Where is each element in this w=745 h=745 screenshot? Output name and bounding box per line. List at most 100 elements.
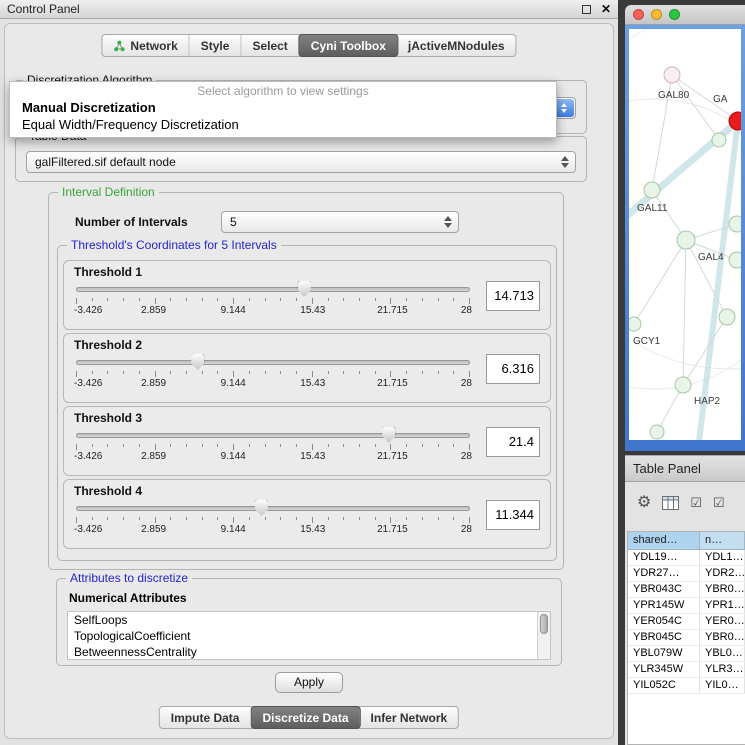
- bottom-tab-discretize-data[interactable]: Discretize Data: [250, 706, 360, 729]
- table-data-select[interactable]: galFiltered.sif default node: [26, 151, 576, 173]
- algorithm-dropdown-popup: Select algorithm to view settingsManual …: [9, 81, 557, 138]
- threshold-slider[interactable]: [74, 353, 472, 371]
- table-row[interactable]: YLR345WYLR3…: [628, 662, 745, 678]
- attribute-list-item-topologicalcoefficient[interactable]: TopologicalCoefficient: [68, 628, 550, 644]
- apply-button[interactable]: Apply: [275, 672, 343, 693]
- bottom-tab-impute-data[interactable]: Impute Data: [160, 707, 252, 728]
- bottom-tab-infer-network[interactable]: Infer Network: [360, 707, 459, 728]
- threshold-value-field[interactable]: 14.713: [486, 281, 540, 311]
- network-node[interactable]: [719, 309, 735, 325]
- network-edge[interactable]: [699, 121, 738, 440]
- table-row[interactable]: YBL079WYBL0…: [628, 646, 745, 662]
- tab-style[interactable]: Style: [190, 35, 242, 56]
- table-column-header-1[interactable]: n…: [700, 532, 745, 549]
- slider-thumb[interactable]: [382, 427, 395, 443]
- network-node[interactable]: [644, 182, 660, 198]
- tick-mark: [438, 444, 439, 447]
- attribute-items: SelfLoopsTopologicalCoefficientBetweenne…: [68, 612, 550, 660]
- select-none-icon[interactable]: ☑: [713, 495, 725, 511]
- network-node[interactable]: [664, 67, 680, 83]
- combo-arrows-icon[interactable]: [444, 216, 452, 228]
- tick-mark: [328, 298, 329, 301]
- list-scrollbar[interactable]: [537, 612, 550, 659]
- slider-thumb[interactable]: [255, 500, 268, 516]
- tab-network[interactable]: Network: [102, 35, 189, 56]
- num-intervals-select[interactable]: 5: [221, 211, 459, 233]
- tick-mark: [265, 444, 266, 447]
- slider-track[interactable]: [76, 433, 470, 438]
- table-cell: YBL079W: [628, 646, 700, 661]
- network-node[interactable]: [650, 425, 664, 439]
- table-column-header-0[interactable]: shared…: [628, 532, 700, 549]
- table-cell: YBL0…: [700, 646, 745, 661]
- slider-track[interactable]: [76, 506, 470, 511]
- network-edge[interactable]: [634, 240, 686, 324]
- table-row[interactable]: YDR27…YDR2…: [628, 566, 745, 582]
- tick-mark: [438, 371, 439, 374]
- slider-track[interactable]: [76, 360, 470, 365]
- network-edge[interactable]: [672, 75, 719, 140]
- threshold-value-field[interactable]: 21.4: [486, 427, 540, 457]
- numerical-attributes-list[interactable]: SelfLoopsTopologicalCoefficientBetweenne…: [67, 611, 551, 660]
- numerical-attributes-label: Numerical Attributes: [69, 591, 187, 605]
- table-row[interactable]: YBR043CYBR0…: [628, 582, 745, 598]
- network-view-frame: GAL80GAGAL11GAL4GCY1HAP2: [625, 25, 745, 451]
- tick-mark: [359, 517, 360, 520]
- mac-minimize-button[interactable]: [651, 9, 662, 20]
- table-cell: YDR27…: [628, 566, 700, 581]
- threshold-slider[interactable]: [74, 280, 472, 298]
- threshold-value-field[interactable]: 6.316: [486, 354, 540, 384]
- tab-cyni-toolbox[interactable]: Cyni Toolbox: [299, 34, 398, 57]
- attribute-list-item-selfloops[interactable]: SelfLoops: [68, 612, 550, 628]
- network-node[interactable]: [712, 133, 726, 147]
- close-icon[interactable]: ✕: [601, 3, 611, 15]
- attribute-list-item-betweennesscentrality[interactable]: BetweennessCentrality: [68, 644, 550, 660]
- slider-scale: -3.4262.8599.14415.4321.71528: [74, 305, 472, 317]
- slider-thumb[interactable]: [298, 281, 311, 297]
- network-node[interactable]: [729, 252, 741, 268]
- slider-scale-label: 9.144: [221, 524, 246, 535]
- threshold-slider[interactable]: [74, 499, 472, 517]
- table-row[interactable]: YBR045CYBR0…: [628, 630, 745, 646]
- network-window-titlebar[interactable]: [625, 5, 745, 25]
- tab-select[interactable]: Select: [241, 35, 299, 56]
- network-node[interactable]: [729, 216, 741, 232]
- mac-close-button[interactable]: [633, 9, 644, 20]
- slider-ticks: [74, 517, 472, 523]
- tick-mark: [249, 371, 250, 374]
- gear-icon[interactable]: ⚙: [637, 495, 651, 511]
- table-row[interactable]: YPR145WYPR1…: [628, 598, 745, 614]
- tick-mark: [123, 371, 124, 374]
- algorithm-popup-item-equal-width-frequency-discretization[interactable]: Equal Width/Frequency Discretization: [10, 116, 556, 133]
- slider-scale-label: 21.715: [377, 451, 408, 462]
- tick-mark: [92, 517, 93, 520]
- mac-zoom-button[interactable]: [669, 9, 680, 20]
- columns-icon[interactable]: [662, 496, 679, 510]
- slider-scale: -3.4262.8599.14415.4321.71528: [74, 451, 472, 463]
- table-panel-header[interactable]: Table Panel: [625, 455, 745, 482]
- threshold-slider[interactable]: [74, 426, 472, 444]
- table-row[interactable]: YDL19…YDL1…: [628, 550, 745, 566]
- combo-arrows-icon[interactable]: [561, 156, 569, 168]
- network-node[interactable]: [675, 377, 691, 393]
- network-graph[interactable]: GAL80GAGAL11GAL4GCY1HAP2: [629, 29, 741, 440]
- network-node[interactable]: [677, 231, 695, 249]
- tick-mark: [328, 371, 329, 374]
- window-title: Control Panel: [7, 2, 80, 16]
- slider-thumb[interactable]: [191, 354, 204, 370]
- scrollbar-thumb[interactable]: [540, 614, 548, 634]
- slider-track[interactable]: [76, 287, 470, 292]
- network-canvas[interactable]: GAL80GAGAL11GAL4GCY1HAP2: [629, 29, 741, 440]
- network-node[interactable]: [629, 317, 641, 331]
- table-row[interactable]: YER054CYER0…: [628, 614, 745, 630]
- combo-arrows-icon[interactable]: [554, 99, 574, 117]
- algorithm-popup-item-manual-discretization[interactable]: Manual Discretization: [10, 99, 556, 116]
- select-all-icon[interactable]: ☑: [690, 495, 702, 511]
- control-panel-titlebar[interactable]: Control Panel ✕: [0, 0, 618, 19]
- table-row[interactable]: YIL052CYIL0…: [628, 678, 745, 694]
- float-window-icon[interactable]: [582, 5, 591, 14]
- tab-jactivemnodules[interactable]: jActiveMNodules: [397, 35, 516, 56]
- threshold-value-field[interactable]: 11.344: [486, 500, 540, 530]
- table-cell: YPR1…: [700, 598, 745, 613]
- table-cell: YER0…: [700, 614, 745, 629]
